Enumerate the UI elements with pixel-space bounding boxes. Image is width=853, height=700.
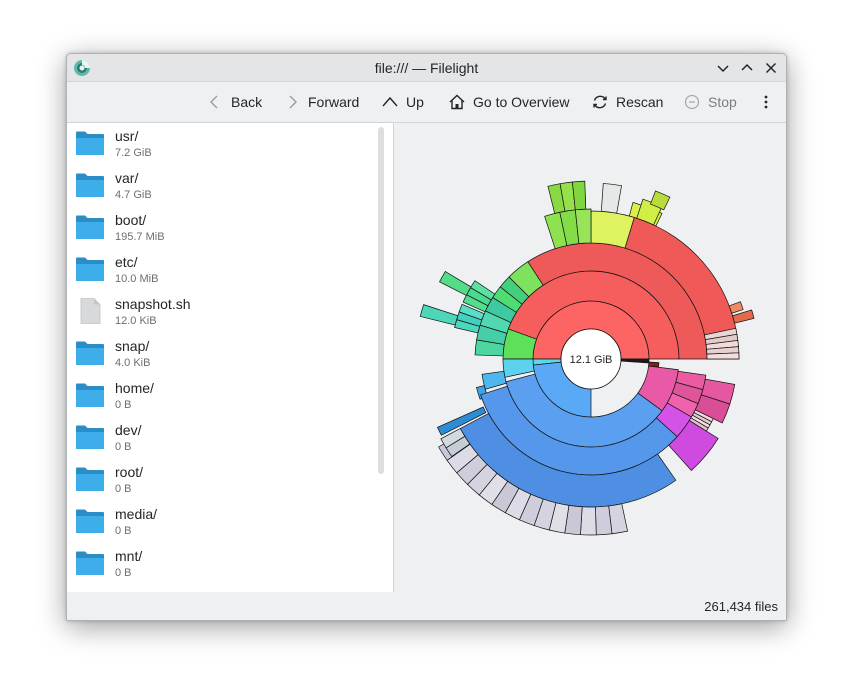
close-button[interactable]: [761, 58, 781, 78]
item-size: 10.0 MiB: [115, 273, 159, 285]
file-count: 261,434 files: [704, 599, 778, 614]
orange-segment[interactable]: [728, 301, 744, 314]
folder-icon: [75, 508, 105, 534]
item-size: 7.2 GiB: [115, 147, 152, 159]
forward-button[interactable]: Forward: [283, 91, 359, 113]
arrow-left-icon: [210, 95, 218, 109]
folder-icon: [75, 256, 105, 282]
file-list: usr/7.2 GiB var/4.7 GiB boot/195.7 MiB etc/…: [67, 122, 394, 592]
main-toolbar: Back Forward Up Go to Overview Rescan St…: [67, 82, 786, 122]
window-title: file:/// — Filelight: [374, 60, 479, 76]
pink-segment[interactable]: [706, 352, 740, 360]
back-label: Back: [231, 94, 263, 110]
chevron-up-icon: [741, 63, 753, 71]
go-to-overview-button[interactable]: Go to Overview: [448, 91, 569, 113]
folder-icon: [75, 172, 105, 198]
close-icon: [765, 62, 777, 74]
var-segment[interactable]: [580, 506, 597, 536]
stop-label: Stop: [708, 94, 737, 110]
total-size-label: 12.1 GiB: [570, 354, 613, 366]
item-name: snapshot.sh: [115, 296, 191, 312]
list-item[interactable]: snap/4.0 KiB: [67, 333, 393, 375]
usr-segment[interactable]: [600, 183, 622, 214]
item-name: home/: [115, 380, 154, 396]
filelight-window: file:/// — Filelight Back Forward Up Go …: [66, 53, 787, 621]
stop-button[interactable]: Stop: [683, 91, 737, 113]
file-icon: [75, 298, 105, 324]
folder-icon: [75, 424, 105, 450]
up-button[interactable]: Up: [381, 91, 424, 113]
title-bar: file:/// — Filelight: [67, 54, 786, 82]
back-button[interactable]: Back: [206, 91, 262, 113]
blue-segment[interactable]: [502, 358, 535, 378]
item-size: 0 B: [115, 525, 132, 537]
list-item[interactable]: var/4.7 GiB: [67, 165, 393, 207]
list-item[interactable]: usr/7.2 GiB: [67, 123, 393, 165]
folder-icon: [75, 214, 105, 240]
more-options-button[interactable]: [757, 91, 782, 113]
item-name: root/: [115, 464, 144, 480]
arrow-right-icon: [289, 95, 297, 109]
list-item[interactable]: media/0 B: [67, 501, 393, 543]
item-name: mnt/: [115, 548, 143, 564]
rescan-label: Rescan: [616, 94, 664, 110]
item-size: 0 B: [115, 567, 132, 579]
radial-map: 12.1 GiB: [419, 180, 755, 536]
item-name: snap/: [115, 338, 150, 354]
folder-icon: [75, 130, 105, 156]
item-size: 195.7 MiB: [115, 231, 165, 243]
refresh-icon: [593, 95, 607, 109]
var-segment[interactable]: [595, 505, 613, 536]
list-item[interactable]: snapshot.sh 12.0 KiB: [67, 291, 393, 333]
home-icon: [449, 94, 465, 110]
list-item[interactable]: root/0 B: [67, 459, 393, 501]
green-segment[interactable]: [439, 270, 472, 296]
item-size: 0 B: [115, 441, 132, 453]
chevron-down-icon: [717, 65, 729, 73]
folder-icon: [75, 382, 105, 408]
dark-segment[interactable]: [620, 358, 650, 364]
item-name: usr/: [115, 128, 139, 144]
rescan-button[interactable]: Rescan: [591, 91, 663, 113]
folder-icon: [75, 340, 105, 366]
list-item[interactable]: etc/10.0 MiB: [67, 249, 393, 291]
list-item[interactable]: mnt/0 B: [67, 543, 393, 585]
folder-icon: [75, 550, 105, 576]
green-segment[interactable]: [419, 304, 459, 326]
status-bar: 261,434 files: [67, 592, 786, 620]
item-name: var/: [115, 170, 139, 186]
item-name: boot/: [115, 212, 147, 228]
scrollbar[interactable]: [378, 127, 384, 474]
go-to-overview-label: Go to Overview: [473, 94, 570, 110]
folder-icon: [75, 466, 105, 492]
item-name: etc/: [115, 254, 138, 270]
item-size: 0 B: [115, 483, 132, 495]
maximize-button[interactable]: [737, 58, 757, 78]
up-label: Up: [406, 94, 424, 110]
kebab-menu-icon: [764, 95, 768, 109]
arrow-up-icon: [382, 96, 398, 107]
list-item[interactable]: dev/0 B: [67, 417, 393, 459]
item-size: 4.0 KiB: [115, 357, 151, 369]
forward-label: Forward: [308, 94, 360, 110]
stop-icon: [684, 94, 700, 110]
item-name: media/: [115, 506, 158, 522]
minimize-button[interactable]: [713, 58, 733, 78]
item-name: dev/: [115, 422, 142, 438]
radial-map-view: 12.1 GiB: [395, 122, 786, 592]
item-size: 0 B: [115, 399, 132, 411]
list-item[interactable]: home/0 B: [67, 375, 393, 417]
item-size: 4.7 GiB: [115, 189, 152, 201]
blue-segment[interactable]: [481, 370, 507, 390]
item-size: 12.0 KiB: [115, 315, 157, 327]
list-item[interactable]: boot/195.7 MiB: [67, 207, 393, 249]
